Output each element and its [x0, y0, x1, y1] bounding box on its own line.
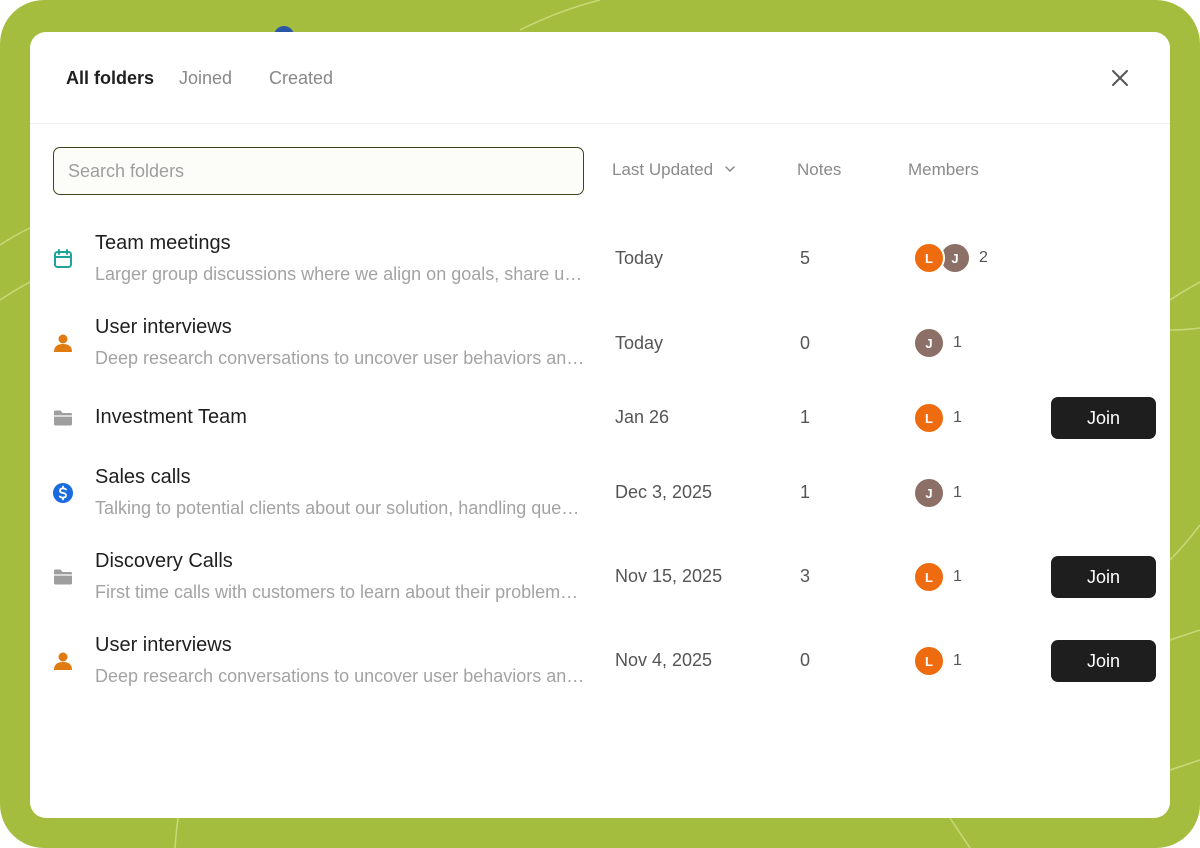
- folder-last-updated: Today: [615, 248, 664, 268]
- folder-row[interactable]: Team meetings Larger group discussions w…: [30, 219, 1170, 299]
- column-header-notes: Notes: [797, 160, 842, 179]
- close-button[interactable]: [1108, 66, 1132, 90]
- tab-created[interactable]: Created: [269, 68, 333, 89]
- folder-description: Deep research conversations to uncover u…: [95, 666, 585, 686]
- calendar-icon: [54, 249, 72, 268]
- member-count: 1: [953, 484, 962, 501]
- folder-last-updated: Dec 3, 2025: [615, 482, 713, 502]
- folder-row[interactable]: User interviews Deep research conversati…: [30, 621, 1170, 701]
- member-count: 2: [979, 249, 988, 266]
- folder-description: Larger group discussions where we align …: [95, 264, 585, 284]
- folder-name: Team meetings: [95, 232, 231, 254]
- folder-notes-count: 0: [800, 333, 811, 353]
- modal-header: All folders Joined Created: [30, 32, 1170, 124]
- folder-notes-count: 5: [800, 248, 811, 268]
- avatar: J: [913, 477, 945, 509]
- search-input[interactable]: [53, 147, 584, 195]
- person-icon: [54, 334, 72, 352]
- folder-icon: [54, 569, 72, 585]
- avatar: L: [913, 242, 945, 274]
- folder-last-updated: Nov 15, 2025: [615, 566, 723, 586]
- person-icon: [54, 652, 72, 670]
- folder-name: Sales calls: [95, 466, 191, 488]
- join-button[interactable]: Join: [1051, 640, 1156, 682]
- column-header-last-updated-label: Last Updated: [612, 160, 714, 179]
- close-icon: [1112, 70, 1128, 86]
- folder-notes-count: 0: [800, 650, 811, 670]
- folder-name: User interviews: [95, 634, 232, 656]
- folder-name: Discovery Calls: [95, 550, 233, 572]
- member-count: 1: [953, 334, 962, 351]
- folder-notes-count: 1: [800, 482, 811, 502]
- folder-name: User interviews: [95, 316, 232, 338]
- dollar-icon: [53, 483, 73, 503]
- folder-row[interactable]: Sales calls Talking to potential clients…: [30, 453, 1170, 533]
- folder-row[interactable]: Discovery Calls First time calls with cu…: [30, 537, 1170, 617]
- join-button[interactable]: Join: [1051, 397, 1156, 439]
- folders-modal: All folders Joined Created Last Updated …: [30, 32, 1170, 818]
- avatar: L: [913, 645, 945, 677]
- folder-icon: [54, 410, 72, 426]
- folder-row[interactable]: Investment Team Jan 26 1 L 1 Join: [30, 378, 1170, 458]
- member-count: 1: [953, 409, 962, 426]
- chevron-down-icon: [725, 166, 735, 173]
- column-header-members: Members: [908, 160, 979, 179]
- tab-all-folders[interactable]: All folders: [66, 68, 154, 89]
- avatar: L: [913, 402, 945, 434]
- folder-row[interactable]: User interviews Deep research conversati…: [30, 303, 1170, 383]
- tab-joined[interactable]: Joined: [179, 68, 232, 89]
- folder-name: Investment Team: [95, 406, 247, 428]
- column-header-last-updated[interactable]: Last Updated: [612, 160, 736, 180]
- folder-description: Deep research conversations to uncover u…: [95, 348, 585, 368]
- folder-notes-count: 3: [800, 566, 811, 586]
- member-count: 1: [953, 568, 962, 585]
- member-count: 1: [953, 652, 962, 669]
- folder-description: First time calls with customers to learn…: [95, 582, 585, 602]
- folder-last-updated: Jan 26: [615, 407, 670, 427]
- folder-last-updated: Nov 4, 2025: [615, 650, 713, 670]
- avatar: J: [913, 327, 945, 359]
- folder-notes-count: 1: [800, 407, 811, 427]
- join-button[interactable]: Join: [1051, 556, 1156, 598]
- folder-description: Talking to potential clients about our s…: [95, 498, 585, 518]
- avatar: L: [913, 561, 945, 593]
- folder-last-updated: Today: [615, 333, 664, 353]
